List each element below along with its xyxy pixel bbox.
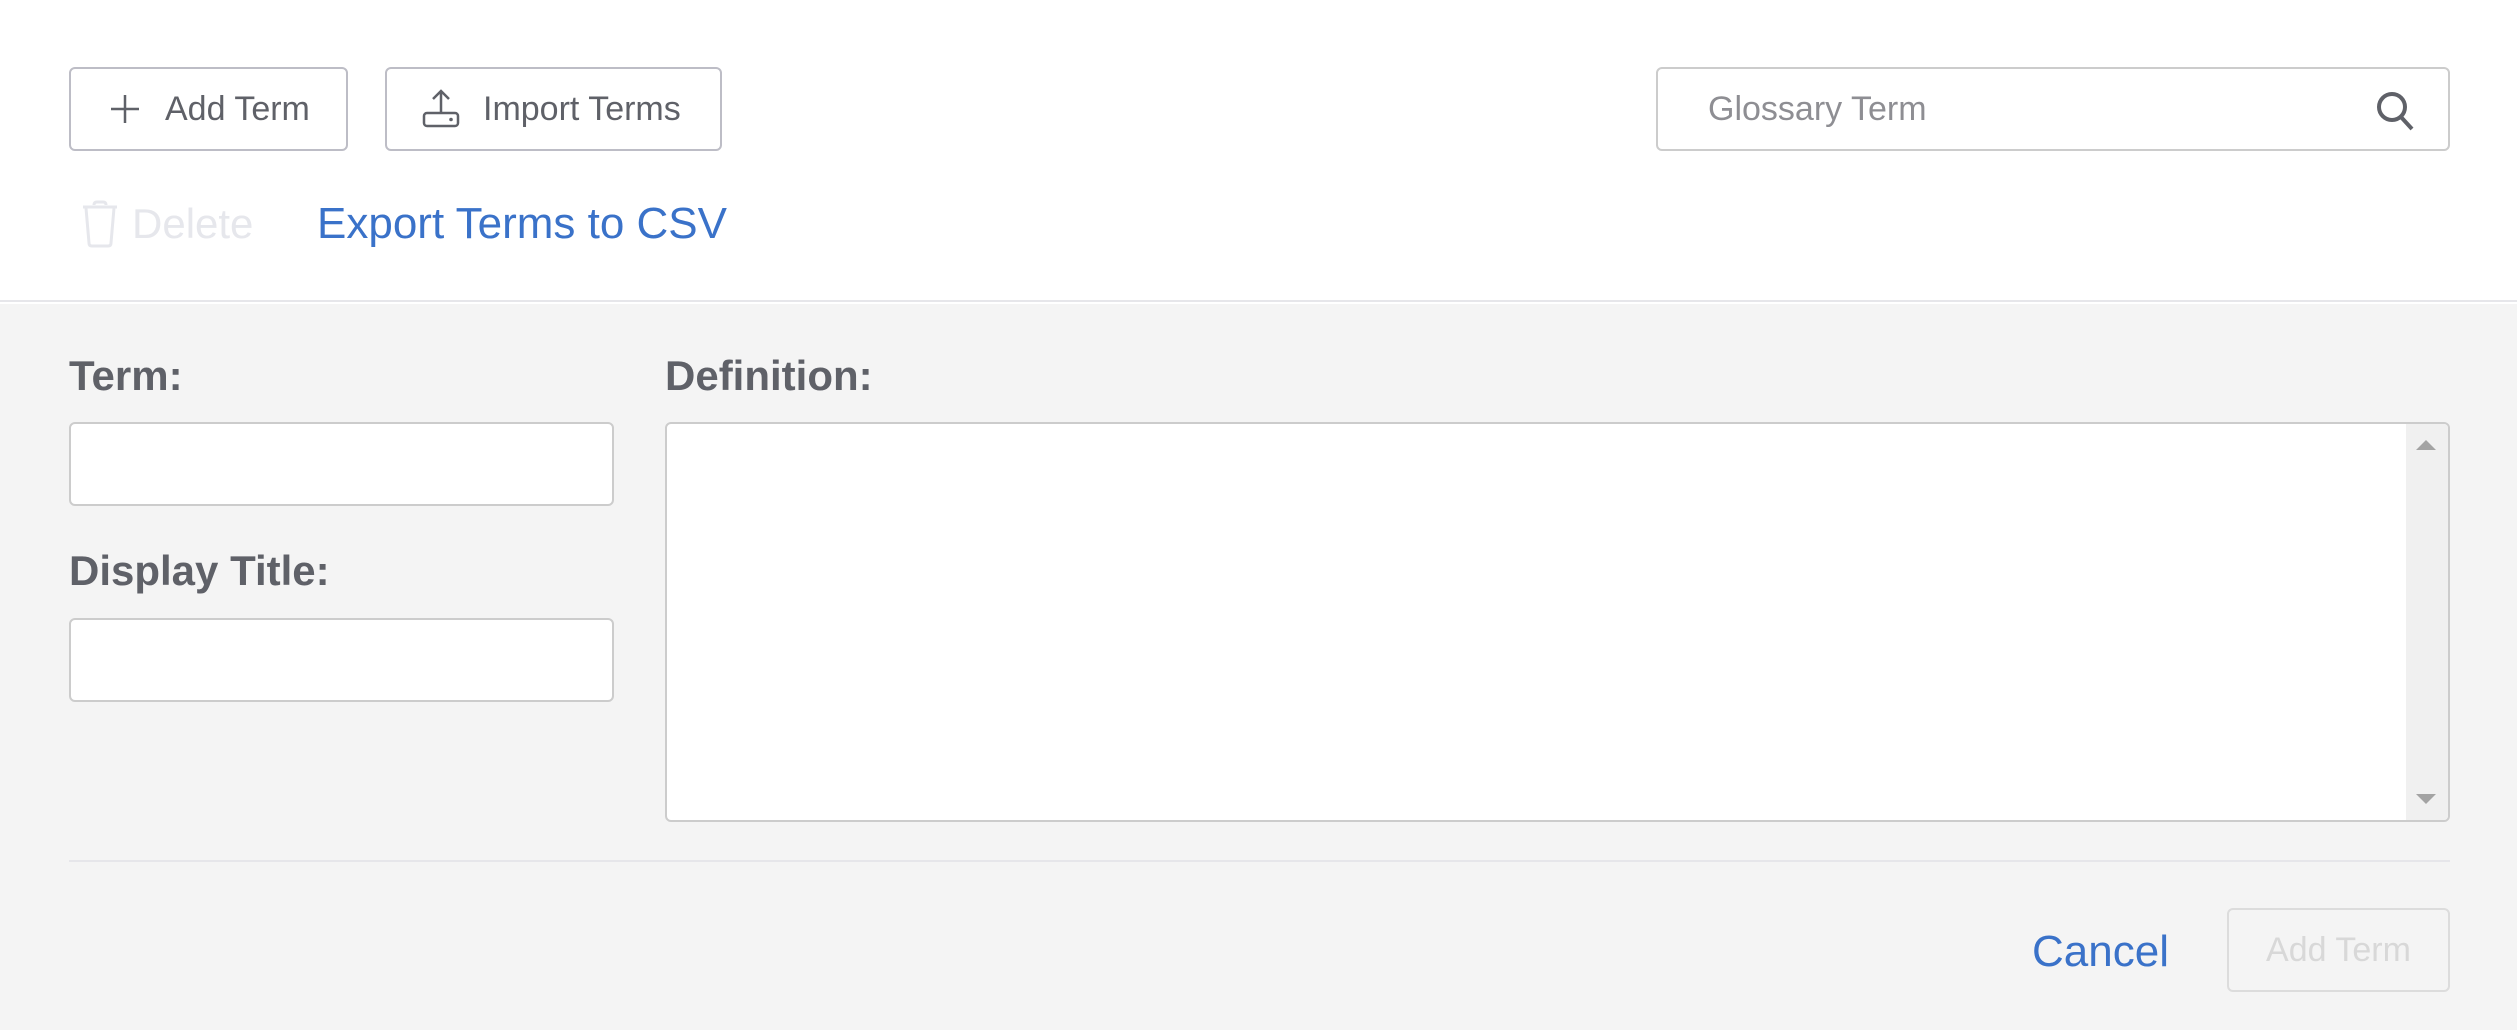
definition-scrollbar[interactable]: [2406, 424, 2448, 820]
definition-label: Definition:: [665, 352, 873, 399]
scroll-up-arrow-icon[interactable]: [2416, 440, 2436, 450]
form-divider: [69, 860, 2450, 862]
search-icon[interactable]: [2374, 89, 2418, 133]
add-term-button[interactable]: Add Term: [69, 67, 348, 151]
search-input[interactable]: [1708, 79, 2348, 139]
upload-icon: [421, 89, 461, 129]
submit-add-term-button[interactable]: Add Term: [2227, 908, 2450, 992]
cancel-button[interactable]: Cancel: [2032, 922, 2169, 982]
import-terms-label: Import Terms: [483, 89, 681, 128]
export-csv-link[interactable]: Export Terms to CSV: [317, 196, 727, 252]
scroll-down-arrow-icon[interactable]: [2416, 794, 2436, 804]
display-title-label: Display Title:: [69, 547, 330, 594]
display-title-input[interactable]: [69, 618, 614, 702]
glossary-search: [1656, 67, 2450, 151]
definition-textarea[interactable]: [667, 424, 2407, 820]
plus-icon: [105, 89, 145, 129]
import-terms-button[interactable]: Import Terms: [385, 67, 722, 151]
delete-label: Delete: [132, 200, 254, 247]
delete-button[interactable]: Delete: [80, 196, 253, 252]
term-label: Term:: [69, 352, 183, 399]
toolbar-panel: Add Term Import Terms Glossary Term Dele…: [0, 0, 2517, 302]
add-term-label: Add Term: [165, 89, 310, 128]
trash-icon: [80, 200, 120, 248]
term-input[interactable]: [69, 422, 614, 506]
definition-field: [665, 422, 2450, 822]
add-term-form: Term: Display Title: Definition: Cancel …: [0, 304, 2517, 1030]
